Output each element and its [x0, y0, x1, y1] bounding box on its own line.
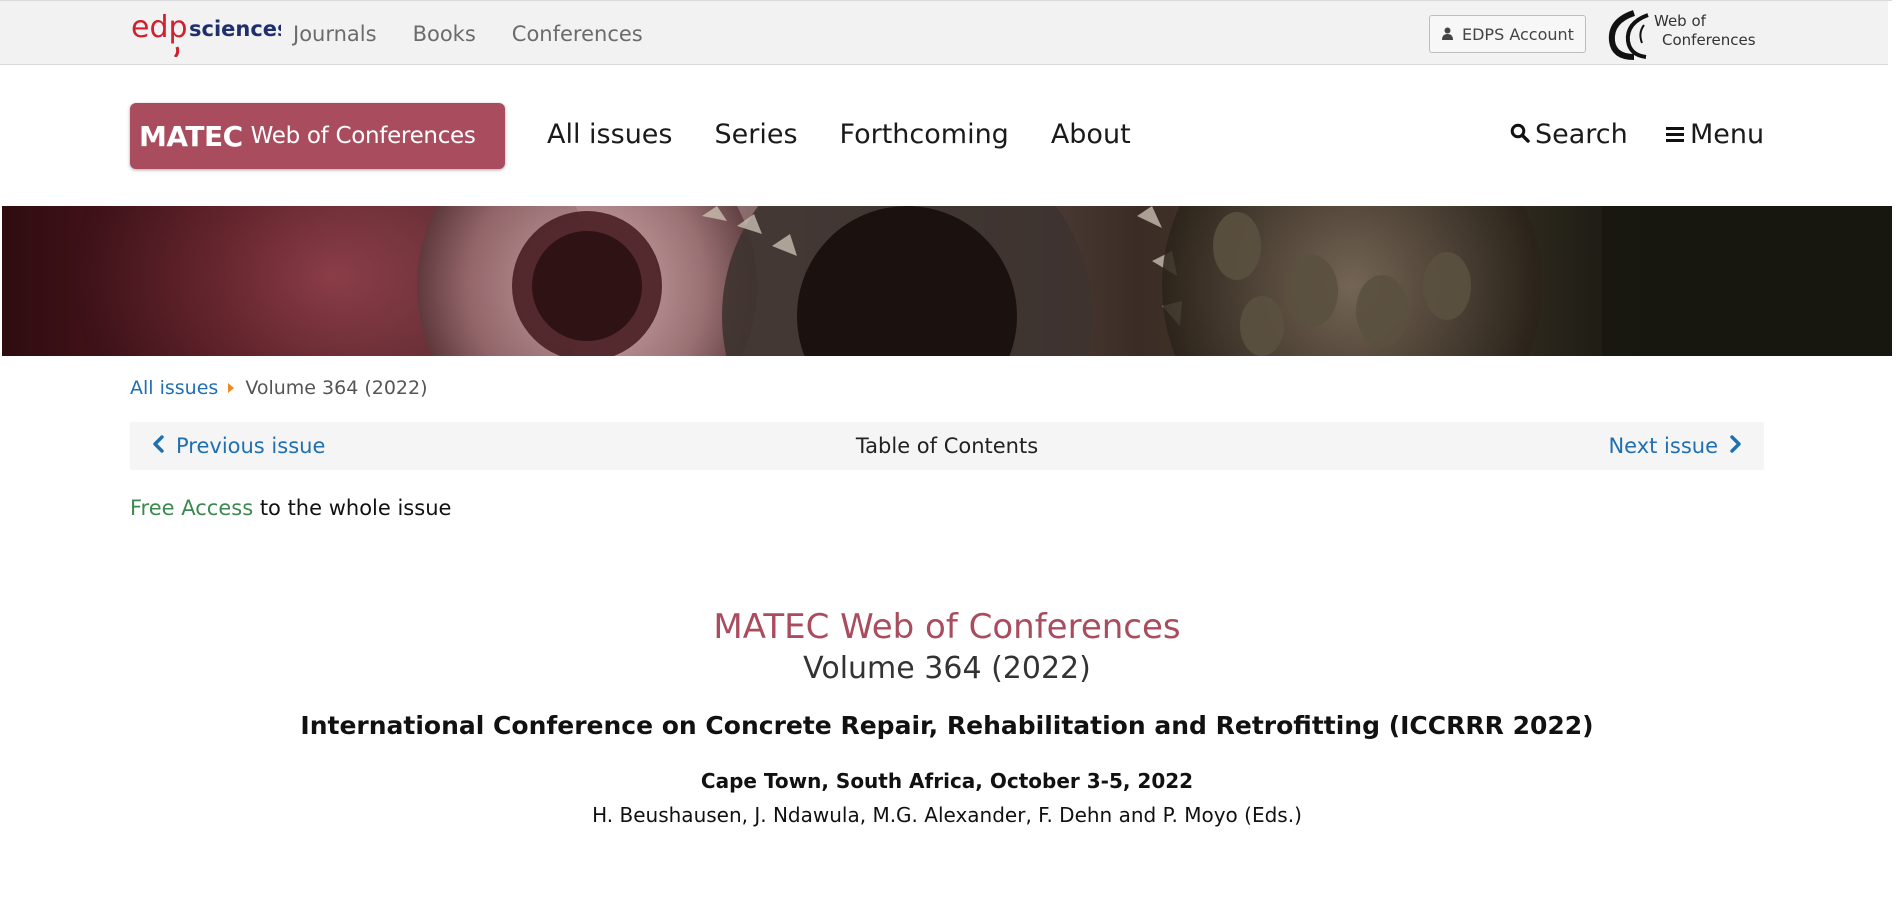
hamburger-menu-icon: [1665, 117, 1690, 153]
main-nav: All issues Series Forthcoming About: [547, 117, 1173, 153]
wc-logo-line1: Web of: [1654, 12, 1707, 30]
edps-account-label: EDPS Account: [1462, 24, 1574, 44]
scrollbar-edge: [1888, 1, 1892, 66]
search-button[interactable]: Search: [1510, 117, 1628, 153]
main-nav-about[interactable]: About: [1051, 117, 1131, 153]
main-nav-forthcoming[interactable]: Forthcoming: [840, 117, 1009, 153]
breadcrumb: All issues Volume 364 (2022): [130, 375, 428, 401]
free-access-notice: Free Access to the whole issue: [130, 494, 451, 522]
menu-button[interactable]: Menu: [1665, 117, 1764, 153]
top-nav-conferences[interactable]: Conferences: [512, 19, 643, 49]
next-issue-link[interactable]: Next issue: [1608, 433, 1742, 459]
conference-location: Cape Town, South Africa, October 3-5, 20…: [700, 769, 1194, 793]
edps-account-button[interactable]: EDPS Account: [1429, 15, 1586, 53]
journal-logo-bold: MATEC: [139, 119, 243, 153]
top-nav: Journals Books Conferences: [293, 19, 679, 49]
web-of-conferences-logo[interactable]: Web of Conferences: [1604, 7, 1766, 61]
free-access-text: to the whole issue: [253, 496, 452, 520]
search-label: Search: [1535, 119, 1628, 150]
breadcrumb-caret-icon: [227, 375, 235, 401]
matec-journal-logo[interactable]: MATEC Web of Conferences: [130, 103, 505, 169]
wc-logo-line2: Conferences: [1662, 31, 1756, 49]
top-nav-journals[interactable]: Journals: [293, 19, 377, 49]
issue-navigation-bar: Previous issue Table of Contents Next is…: [130, 422, 1764, 470]
top-nav-books[interactable]: Books: [413, 19, 476, 49]
edp-logo-text: edp: [131, 10, 188, 45]
edp-sciences-logo[interactable]: edp sciences: [131, 7, 281, 57]
conference-title: International Conference on Concrete Rep…: [300, 711, 1594, 740]
breadcrumb-current: Volume 364 (2022): [245, 377, 428, 399]
chevron-right-icon: [1718, 433, 1742, 459]
search-icon: [1510, 117, 1535, 153]
issue-info: MATEC Web of Conferences Volume 364 (202…: [130, 605, 1764, 829]
sciences-logo-text: sciences: [189, 17, 281, 41]
journal-title: MATEC Web of Conferences: [713, 607, 1181, 647]
main-nav-all-issues[interactable]: All issues: [547, 117, 672, 153]
free-access-highlight: Free Access: [130, 496, 254, 520]
breadcrumb-all-issues-link[interactable]: All issues: [130, 375, 218, 401]
journal-logo-light: Web of Conferences: [250, 123, 476, 149]
menu-label: Menu: [1690, 119, 1765, 150]
main-nav-series[interactable]: Series: [714, 117, 797, 153]
top-bar: edp sciences Journals Books Conferences …: [0, 0, 1892, 66]
next-issue-label: Next issue: [1608, 434, 1718, 458]
volume-title: Volume 364 (2022): [803, 651, 1091, 686]
gears-banner-image: [2, 206, 1892, 356]
conference-editors: H. Beushausen, J. Ndawula, M.G. Alexande…: [592, 803, 1302, 827]
table-of-contents-label: Table of Contents: [855, 434, 1039, 458]
user-icon: [1442, 25, 1453, 44]
